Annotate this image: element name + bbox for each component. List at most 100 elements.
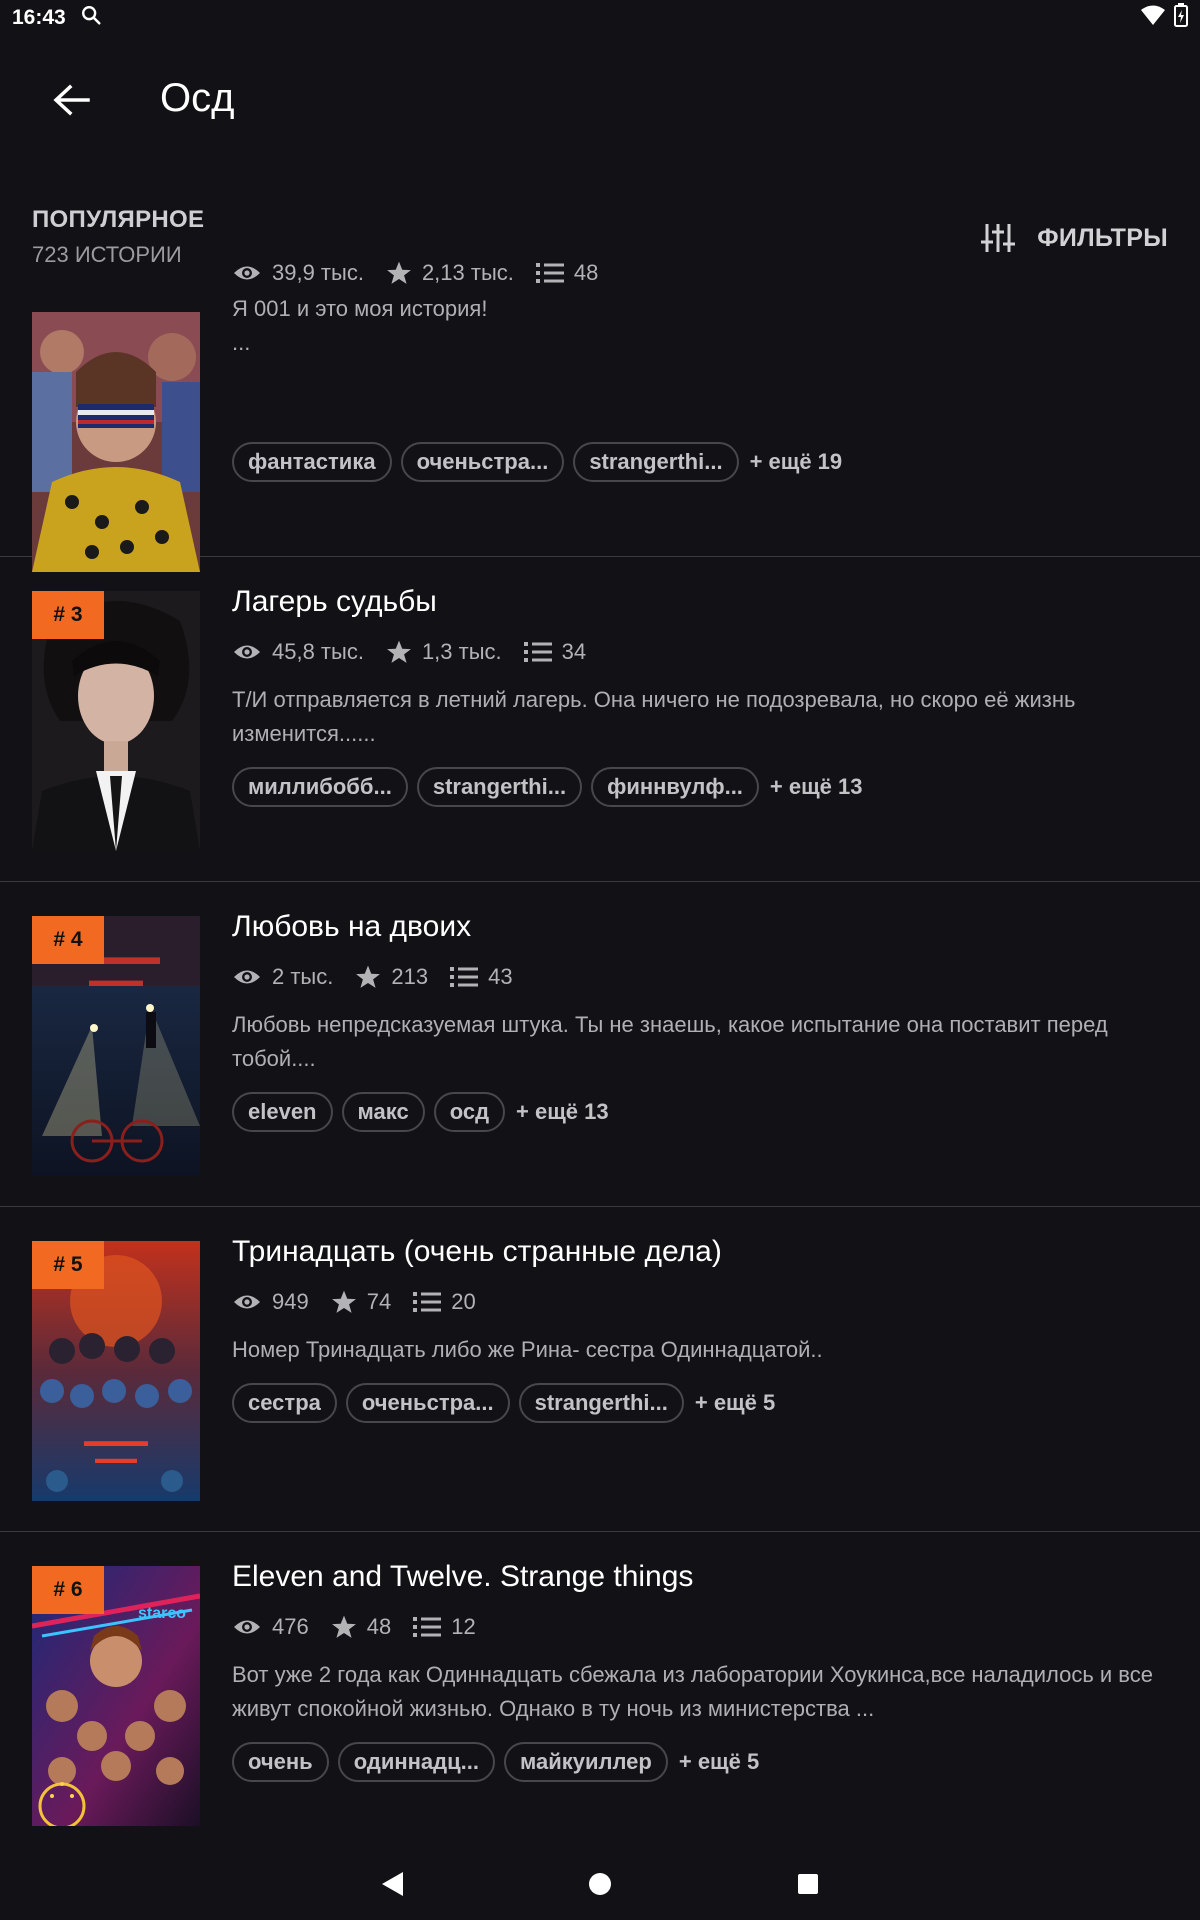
tag-chip[interactable]: финнвулф...	[591, 767, 759, 807]
list-icon	[523, 642, 552, 662]
votes-stat: 74	[331, 1289, 391, 1315]
eye-icon	[234, 1620, 260, 1634]
parts-count: 43	[488, 964, 513, 989]
tag-chip[interactable]: strangerthi...	[573, 442, 739, 482]
system-nav-bar	[0, 1848, 1200, 1920]
votes-stat: 1,3 тыс.	[386, 639, 502, 665]
story-description: Вот уже 2 года как Одиннадцать сбежала и…	[232, 1662, 1153, 1721]
nav-recents-button[interactable]	[784, 1860, 832, 1908]
tag-chip[interactable]: оченьстра...	[400, 442, 565, 482]
reads-stat: 949	[232, 1289, 309, 1315]
svg-text:starco: starco	[138, 1605, 186, 1622]
story-cover[interactable]	[32, 312, 200, 572]
tag-chip[interactable]: strangerthi...	[416, 767, 583, 807]
rank-badge: # 5	[32, 1241, 104, 1289]
more-tags-link[interactable]: + ещё 13	[516, 1099, 609, 1125]
eye-icon	[234, 266, 260, 280]
tag-chip[interactable]: фантастика	[232, 442, 392, 482]
rank-badge: # 6	[32, 1566, 104, 1614]
parts-stat: 34	[523, 639, 587, 665]
status-bar: 16:43	[0, 0, 1200, 36]
more-tags-link[interactable]: + ещё 19	[750, 449, 843, 475]
list-icon	[450, 967, 479, 987]
reads-stat: 2 тыс.	[232, 964, 333, 990]
tag-list: сестра оченьстра... strangerthi... + ещё…	[232, 1383, 775, 1423]
app-bar: Осд	[0, 60, 1200, 140]
tag-list: миллибобб... strangerthi... финнвулф... …	[232, 767, 863, 807]
star-icon	[331, 1615, 356, 1638]
tag-chip[interactable]: очень	[232, 1742, 329, 1782]
star-icon	[331, 1290, 356, 1313]
story-cover[interactable]: ▬▬▬▬ ▬▬▬ # 4	[32, 916, 200, 1176]
tag-chip[interactable]: майкуиллер	[504, 1742, 668, 1782]
tag-chip[interactable]: одиннадц...	[337, 1742, 495, 1782]
eye-icon	[234, 1295, 260, 1309]
story-description: Т/И отправляется в летний лагерь. Она ни…	[232, 687, 1076, 746]
tag-chip[interactable]: eleven	[232, 1092, 333, 1132]
list-icon	[535, 263, 564, 283]
wifi-icon	[1140, 4, 1166, 32]
star-icon	[387, 261, 411, 284]
page-title: Осд	[160, 76, 235, 120]
reads-count: 2 тыс.	[272, 964, 334, 989]
story-cover[interactable]: # 3	[32, 591, 200, 851]
tag-chip[interactable]: макс	[341, 1092, 425, 1132]
circle-home-icon	[589, 1873, 611, 1895]
tag-list: фантастика оченьстра... strangerthi... +…	[232, 442, 842, 482]
votes-count: 2,13 тыс.	[421, 260, 514, 285]
tag-chip[interactable]: сестра	[232, 1383, 337, 1423]
story-title[interactable]: Тринадцать (очень странные дела)	[232, 1235, 722, 1269]
story-item[interactable]: # 3 Лагерь судьбы 45,8 тыс. 1,3 тыс. 34 …	[0, 557, 1200, 882]
list-icon	[413, 1617, 442, 1637]
story-item[interactable]: ▬▬▬▬ ▬▬▬ # 4 Любовь на двоих 2 тыс. 213 …	[0, 882, 1200, 1207]
tag-chip[interactable]: осд	[433, 1092, 506, 1132]
back-button[interactable]	[48, 80, 96, 120]
rank-badge: # 3	[32, 591, 104, 639]
story-cover[interactable]: ▬▬▬▬ ▬▬▬ # 5	[32, 1241, 200, 1501]
parts-count: 34	[561, 639, 587, 664]
parts-stat: 12	[413, 1614, 476, 1640]
star-icon	[356, 965, 381, 988]
eye-icon	[234, 645, 260, 659]
cover-image	[32, 312, 200, 572]
triangle-back-icon	[382, 1872, 403, 1896]
votes-count: 213	[391, 964, 429, 989]
story-title[interactable]: Eleven and Twelve. Strange things	[232, 1560, 693, 1594]
reads-stat: 476	[232, 1614, 309, 1640]
square-recents-icon	[798, 1874, 818, 1894]
reads-count: 45,8 тыс.	[272, 639, 364, 664]
svg-text:▬▬▬: ▬▬▬	[95, 1452, 137, 1467]
more-tags-link[interactable]: + ещё 13	[770, 774, 863, 800]
story-item[interactable]: ▬▬▬▬ ▬▬▬ # 5 Тринадцать (очень странные …	[0, 1207, 1200, 1532]
parts-count: 12	[451, 1614, 476, 1639]
story-stats: 476 48 12	[232, 1614, 498, 1640]
tag-chip[interactable]: strangerthi...	[518, 1383, 684, 1423]
status-time: 16:43	[12, 6, 66, 29]
tag-chip[interactable]: оченьстра...	[345, 1383, 510, 1423]
story-description: Я 001 и это моя история! ...	[232, 296, 488, 355]
story-item[interactable]: starco # 6 Eleven and Twelve. Strange th…	[0, 1532, 1200, 1832]
reads-count: 949	[272, 1289, 309, 1314]
battery-icon	[1174, 3, 1188, 33]
tag-chip[interactable]: миллибобб...	[232, 767, 408, 807]
nav-home-button[interactable]	[576, 1860, 624, 1908]
story-item[interactable]: 39,9 тыс. 2,13 тыс. 48 Я 001 и это моя и…	[0, 232, 1200, 572]
story-title[interactable]: Лагерь судьбы	[232, 585, 437, 619]
story-description: Любовь непредсказуемая штука. Ты не знае…	[232, 1012, 1108, 1071]
nav-back-button[interactable]	[368, 1860, 416, 1908]
parts-stat: 20	[413, 1289, 476, 1315]
story-description: Номер Тринадцать либо же Рина- сестра Од…	[232, 1337, 823, 1362]
more-tags-link[interactable]: + ещё 5	[695, 1390, 775, 1416]
votes-stat: 213	[355, 964, 428, 990]
reads-count: 476	[272, 1614, 309, 1639]
votes-count: 1,3 тыс.	[421, 639, 502, 664]
story-title[interactable]: Любовь на двоих	[232, 910, 471, 944]
svg-text:▬▬▬: ▬▬▬	[89, 970, 143, 990]
story-cover[interactable]: starco # 6	[32, 1566, 200, 1826]
list-icon	[413, 1292, 442, 1312]
arrow-left-icon	[53, 84, 90, 116]
parts-stat: 43	[450, 964, 513, 990]
parts-stat: 48	[535, 260, 598, 286]
svg-text:▬▬▬▬: ▬▬▬▬	[84, 1433, 148, 1450]
more-tags-link[interactable]: + ещё 5	[679, 1749, 759, 1775]
